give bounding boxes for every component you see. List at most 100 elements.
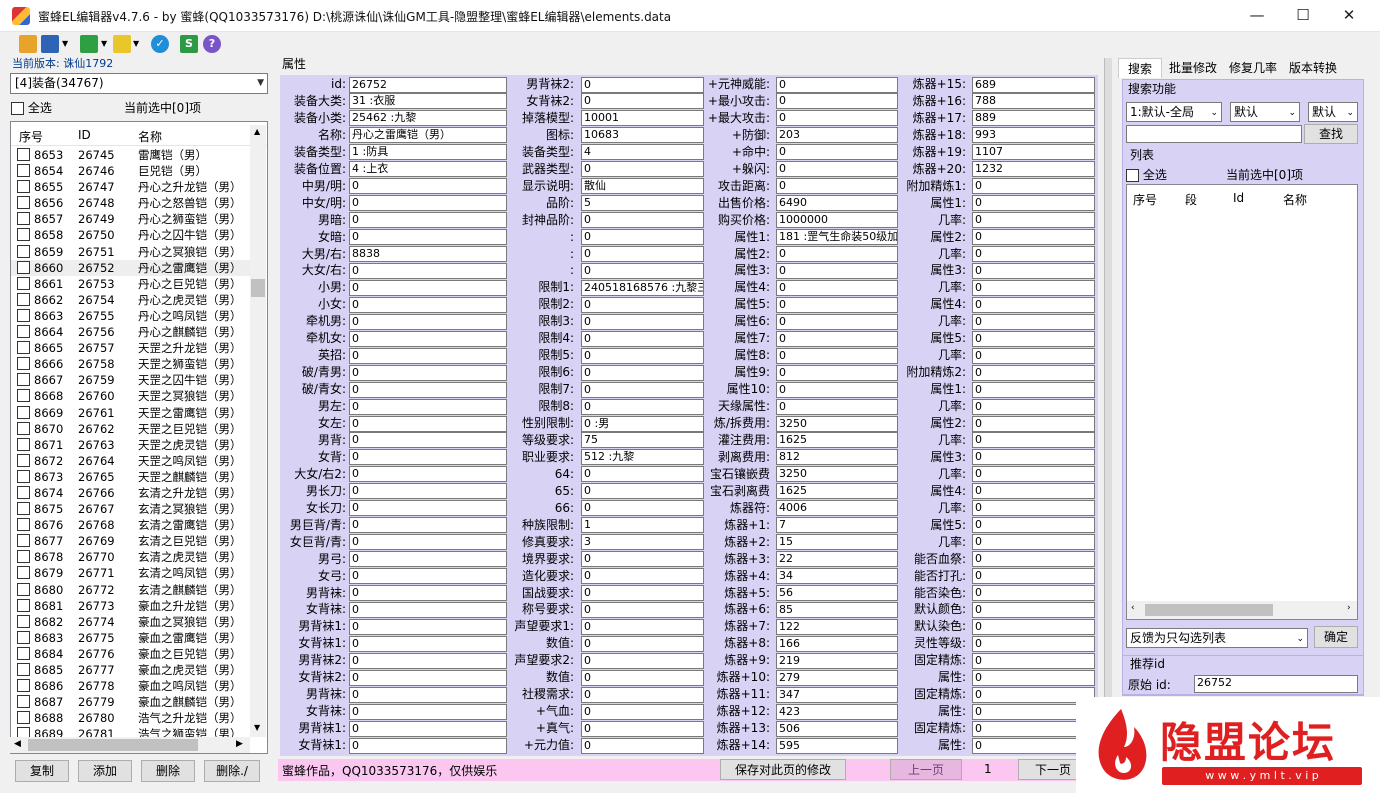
attr-field[interactable]: 0 [349, 195, 507, 212]
list-item[interactable]: 8659 26751 丹心之冥狼铠（男） [11, 244, 256, 260]
scroll-thumb-h[interactable] [1145, 604, 1273, 616]
right-select-all[interactable]: 全选 [1126, 166, 1167, 183]
feedback-select[interactable]: 反馈为只勾选列表 ⌄ [1126, 628, 1308, 648]
attr-field[interactable]: 0 [972, 534, 1095, 551]
attr-field[interactable]: 0 [581, 76, 704, 93]
attr-field[interactable]: 34 [776, 568, 898, 585]
row-checkbox[interactable] [17, 389, 30, 403]
scroll-thumb[interactable] [251, 279, 265, 297]
list-item[interactable]: 8661 26753 丹心之巨兕铠（男） [11, 276, 256, 292]
help-icon[interactable]: ? [203, 35, 221, 53]
attr-field[interactable]: 0 [776, 279, 898, 296]
attr-field[interactable]: 0 [776, 381, 898, 398]
attr-field[interactable]: 0 [972, 449, 1095, 466]
list-item[interactable]: 8665 26757 天罡之升龙铠（男） [11, 340, 256, 356]
attr-field[interactable]: 0 [972, 635, 1095, 652]
attr-field[interactable]: 0 [349, 313, 507, 330]
attr-field[interactable]: 10001 [581, 110, 704, 127]
left-select-all[interactable]: 全选 [11, 99, 52, 116]
list-item[interactable]: 8667 26759 天罡之囚牛铠（男） [11, 372, 256, 388]
attr-field[interactable]: 788 [972, 93, 1095, 110]
attr-field[interactable]: 0 [349, 398, 507, 415]
attr-field[interactable]: 0 [581, 669, 704, 686]
close-button[interactable]: ✕ [1326, 0, 1372, 32]
row-checkbox[interactable] [17, 711, 30, 725]
list-item[interactable]: 8675 26767 玄清之冥狼铠（男） [11, 501, 256, 517]
original-id-field[interactable]: 26752 [1194, 675, 1358, 693]
attr-field[interactable]: 0 [972, 347, 1095, 364]
scroll-up-icon[interactable]: ▲ [254, 127, 260, 136]
row-checkbox[interactable] [17, 437, 30, 451]
row-checkbox[interactable] [17, 196, 30, 210]
attr-field[interactable]: 0 [776, 330, 898, 347]
attr-field[interactable]: 279 [776, 669, 898, 686]
attr-field[interactable]: 0 [972, 178, 1095, 195]
row-checkbox[interactable] [17, 228, 30, 242]
attr-field[interactable]: 689 [972, 76, 1095, 93]
attr-field[interactable]: 0 [581, 466, 704, 483]
attr-field[interactable]: 10683 [581, 127, 704, 144]
tab-search[interactable]: 搜索 [1118, 58, 1162, 78]
attr-field[interactable]: 0 [349, 212, 507, 229]
attr-field[interactable]: 0 [349, 686, 507, 703]
attr-field[interactable]: 15 [776, 534, 898, 551]
attr-field[interactable]: 0 [349, 178, 507, 195]
attr-field[interactable]: 993 [972, 127, 1095, 144]
list-item[interactable]: 8681 26773 豪血之升龙铠（男） [11, 598, 256, 614]
attr-field[interactable]: 0 [972, 618, 1095, 635]
attr-field[interactable]: 3250 [776, 466, 898, 483]
search-scope-select[interactable]: 1:默认-全局 ⌄ [1126, 102, 1222, 122]
attr-field[interactable]: 0 [349, 449, 507, 466]
attr-field[interactable]: 347 [776, 686, 898, 703]
list-item[interactable]: 8668 26760 天罡之冥狼铠（男） [11, 388, 256, 404]
attr-field[interactable]: 0 [581, 551, 704, 568]
attr-field[interactable]: 0 [349, 601, 507, 618]
minimize-button[interactable]: — [1234, 0, 1280, 32]
attr-field[interactable]: 0 [972, 483, 1095, 500]
row-checkbox[interactable] [17, 663, 30, 676]
row-checkbox[interactable] [17, 180, 30, 194]
attr-field[interactable]: 0 [972, 500, 1095, 517]
attr-field[interactable]: 0 [972, 398, 1095, 415]
col-id-header[interactable]: Id [1233, 191, 1244, 205]
attr-field[interactable]: 0 [776, 364, 898, 381]
row-checkbox[interactable] [17, 485, 30, 499]
col-section-header[interactable]: 段 [1185, 191, 1197, 208]
open-folder-icon[interactable] [19, 35, 37, 53]
list-item[interactable]: 8654 26746 巨兕铠（男） [11, 163, 256, 179]
list-item[interactable]: 8673 26765 天罡之麒麟铠（男） [11, 469, 256, 485]
checkbox[interactable] [11, 102, 24, 115]
attr-field[interactable]: 4 [581, 144, 704, 161]
search-type-select[interactable]: 默认 ⌄ [1308, 102, 1358, 122]
attr-field[interactable]: 0 [349, 229, 507, 246]
col-seq-header[interactable]: 序号 [19, 128, 43, 145]
attr-field[interactable]: 1000000 [776, 212, 898, 229]
attr-field[interactable]: 0 [581, 686, 704, 703]
attr-field[interactable]: 0 [349, 703, 507, 720]
list-item[interactable]: 8677 26769 玄清之巨兕铠（男） [11, 533, 256, 549]
list-item[interactable]: 8664 26756 丹心之麒麟铠（男） [11, 324, 256, 340]
row-checkbox[interactable] [17, 582, 30, 596]
attr-field[interactable]: 0 [581, 720, 704, 737]
list-item[interactable]: 8685 26777 豪血之虎灵铠（男） [11, 662, 256, 678]
attr-field[interactable]: 0 [581, 483, 704, 500]
import-icon[interactable] [113, 35, 131, 53]
attr-field[interactable]: 0 [581, 93, 704, 110]
attr-field[interactable]: 0 [349, 432, 507, 449]
attr-field[interactable]: 丹心之雷鹰铠（男） [349, 127, 507, 144]
attr-field[interactable]: 219 [776, 652, 898, 669]
attr-field[interactable]: 1625 [776, 432, 898, 449]
list-item[interactable]: 8662 26754 丹心之虎灵铠（男） [11, 292, 256, 308]
attr-field[interactable]: 0 [349, 568, 507, 585]
attr-field[interactable]: 0 [581, 652, 704, 669]
attr-field[interactable]: 0 [972, 212, 1095, 229]
list-item[interactable]: 8670 26762 天罡之巨兕铠（男） [11, 421, 256, 437]
list-item[interactable]: 8680 26772 玄清之麒麟铠（男） [11, 582, 256, 598]
attr-field[interactable]: 0 [776, 347, 898, 364]
list-item[interactable]: 8655 26747 丹心之升龙铠（男） [11, 179, 256, 195]
attr-field[interactable]: 0 [349, 551, 507, 568]
import-dropdown-icon[interactable]: ▼ [133, 39, 139, 48]
export-dropdown-icon[interactable]: ▼ [101, 39, 107, 48]
list-item[interactable]: 8656 26748 丹心之怒兽铠（男） [11, 195, 256, 211]
list-item[interactable]: 8658 26750 丹心之囚牛铠（男） [11, 227, 256, 243]
